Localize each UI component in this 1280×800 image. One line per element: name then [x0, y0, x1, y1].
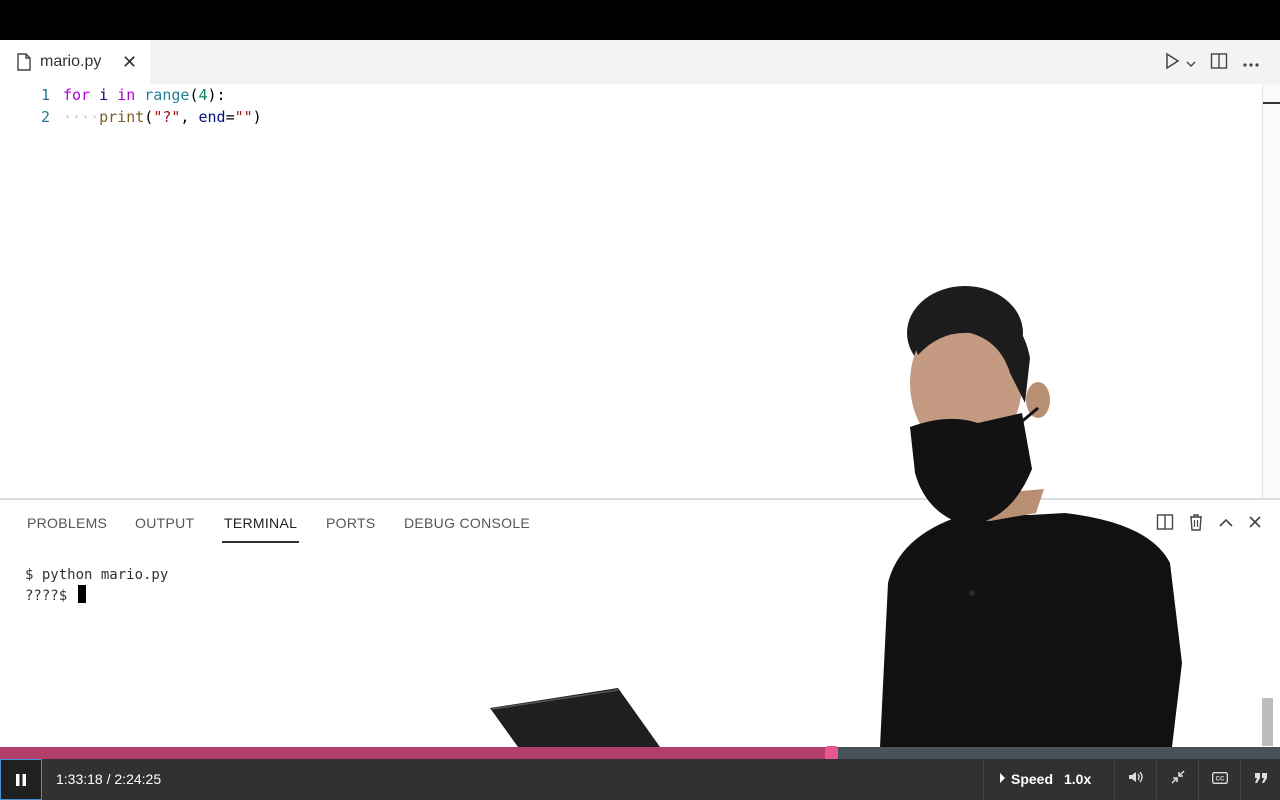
- terminal-output[interactable]: $ python mario.py ????$: [25, 566, 168, 606]
- editor-tab-bar: mario.py ✕: [0, 40, 1280, 84]
- caret-right-icon: [1000, 773, 1005, 783]
- close-icon[interactable]: [1248, 515, 1262, 534]
- scrollbar-cursor-marker: [1263, 102, 1280, 104]
- editor-scrollbar[interactable]: [1262, 84, 1280, 498]
- transcript-button[interactable]: [1240, 759, 1280, 800]
- terminal-line-output: ????$: [25, 585, 168, 606]
- svg-text:CC: CC: [1216, 776, 1225, 782]
- keyword-for: for: [63, 86, 91, 104]
- indent-whitespace: ····: [63, 108, 100, 126]
- file-icon: [16, 53, 32, 76]
- tab-terminal[interactable]: TERMINAL: [224, 515, 297, 531]
- code-line-2: 2 ····print("?", end=""): [0, 106, 262, 128]
- fullscreen-exit-button[interactable]: [1156, 759, 1199, 800]
- top-letterbox: [0, 0, 1280, 40]
- keyword-in: in: [117, 86, 136, 104]
- progress-fill: [0, 747, 831, 759]
- param-end: end: [198, 108, 226, 126]
- function-range: range: [144, 86, 190, 104]
- terminal-scrollbar[interactable]: [1262, 698, 1273, 746]
- speed-button[interactable]: Speed 1.0x: [983, 759, 1115, 800]
- laptop-image: [490, 688, 660, 747]
- chevron-down-icon[interactable]: [1186, 55, 1196, 73]
- chevron-up-icon[interactable]: [1218, 516, 1234, 534]
- tab-output[interactable]: OUTPUT: [135, 515, 194, 531]
- more-icon[interactable]: [1242, 55, 1260, 73]
- line-number: 2: [40, 108, 50, 126]
- tab-ports[interactable]: PORTS: [326, 515, 375, 531]
- play-icon[interactable]: [1164, 52, 1180, 75]
- tab-debug-console[interactable]: DEBUG CONSOLE: [404, 515, 530, 531]
- time-total: 2:24:25: [114, 771, 162, 787]
- speed-value: 1.0x: [1064, 771, 1092, 787]
- panel-actions: [1156, 513, 1262, 536]
- close-icon[interactable]: ✕: [122, 52, 137, 73]
- time-current: 1:33:18: [56, 771, 103, 787]
- video-frame: mario.py ✕ 1 for i in range(4): 2 ····prin…: [0, 40, 1280, 747]
- string-literal: "?": [153, 108, 181, 126]
- terminal-cursor: [77, 585, 86, 603]
- line-number: 1: [40, 86, 50, 104]
- editor-actions: [1164, 52, 1260, 75]
- progress-handle[interactable]: [824, 746, 838, 760]
- presenter-image: [880, 286, 1182, 747]
- split-terminal-icon[interactable]: [1156, 513, 1174, 536]
- tab-mario-py[interactable]: mario.py ✕: [0, 40, 150, 84]
- fullscreen-exit-icon: [1171, 770, 1185, 789]
- function-print: print: [99, 108, 145, 126]
- code-line-1: 1 for i in range(4):: [0, 84, 226, 106]
- pause-button[interactable]: [0, 759, 42, 800]
- volume-button[interactable]: [1114, 759, 1157, 800]
- video-controls: 1:33:18 / 2:24:25 Speed 1.0x CC: [0, 759, 1280, 800]
- string-literal: "": [234, 108, 253, 126]
- number-literal: 4: [198, 86, 208, 104]
- split-editor-icon[interactable]: [1210, 52, 1228, 75]
- active-tab-indicator: [222, 541, 299, 543]
- pause-icon: [14, 773, 28, 792]
- variable-i: i: [99, 86, 109, 104]
- cc-icon: CC: [1212, 771, 1228, 789]
- tab-filename: mario.py: [40, 53, 102, 70]
- time-display: 1:33:18 / 2:24:25: [56, 771, 162, 787]
- tab-problems[interactable]: PROBLEMS: [27, 515, 107, 531]
- cc-button[interactable]: CC: [1198, 759, 1241, 800]
- transcript-icon: [1254, 771, 1268, 789]
- terminal-line-command: $ python mario.py: [25, 567, 169, 583]
- terminal-prompt: ????$: [25, 588, 76, 604]
- trash-icon[interactable]: [1188, 513, 1204, 536]
- volume-icon: [1128, 770, 1144, 789]
- speed-label: Speed: [1011, 771, 1054, 787]
